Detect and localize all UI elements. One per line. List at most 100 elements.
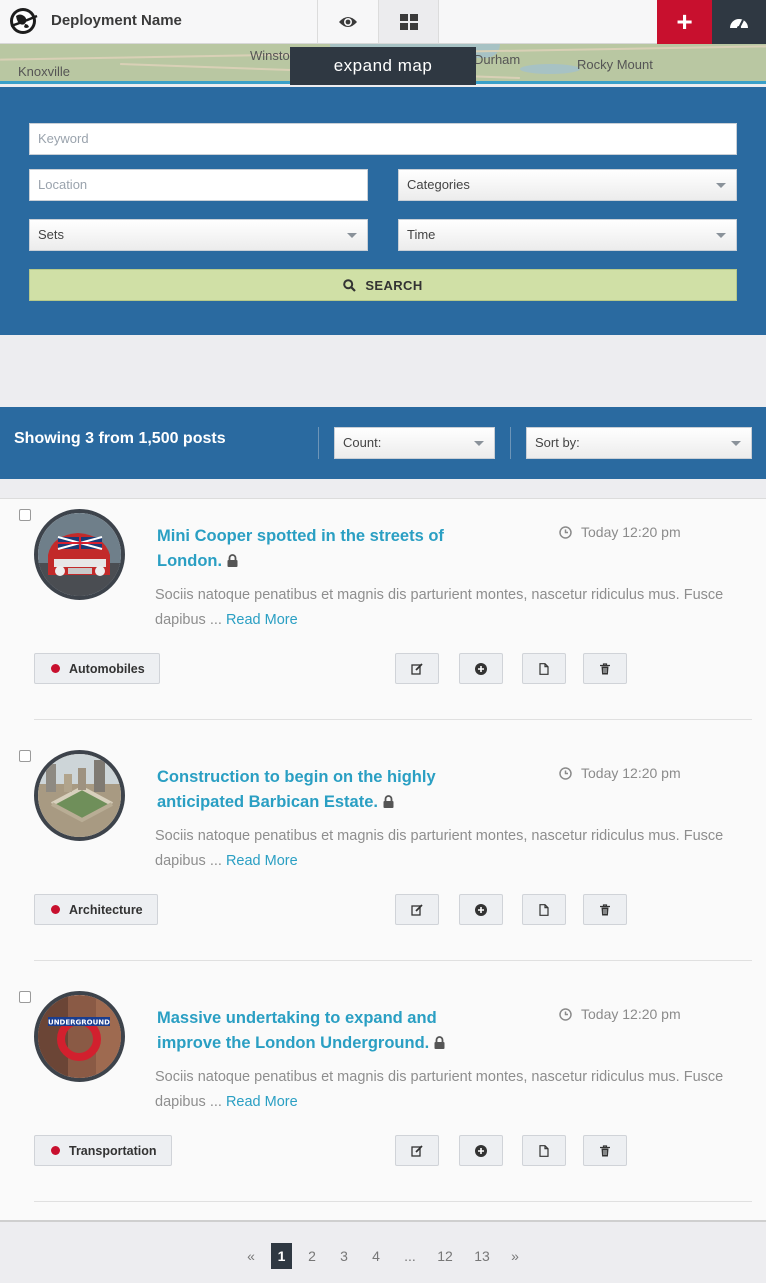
delete-post-button[interactable]	[583, 653, 627, 684]
post-title[interactable]: Massive undertaking to expand and improv…	[157, 1006, 477, 1056]
search-button-label: SEARCH	[365, 277, 423, 293]
lock-icon	[434, 1036, 445, 1049]
clock-icon	[559, 1007, 572, 1021]
category-label: Automobiles	[69, 661, 145, 676]
category-tag[interactable]: Transportation	[34, 1135, 172, 1166]
deployment-name[interactable]: Deployment Name	[51, 12, 182, 29]
view-post-button[interactable]	[522, 894, 566, 925]
count-select-label: Count:	[343, 435, 382, 450]
read-more-link[interactable]: Read More	[226, 853, 298, 869]
map-city-label: Durham	[474, 52, 521, 67]
post-checkbox[interactable]	[19, 509, 31, 521]
globe-logo-icon[interactable]	[8, 6, 38, 36]
page-ellipsis: ...	[404, 1248, 416, 1264]
post-title-text: Massive undertaking to expand and improv…	[157, 1009, 437, 1052]
lock-icon	[227, 554, 238, 567]
post-excerpt: Sociis natoque penatibus et magnis dis p…	[155, 583, 745, 633]
post-thumbnail[interactable]: UNDERGROUND	[34, 991, 125, 1082]
post-excerpt: Sociis natoque penatibus et magnis dis p…	[155, 824, 745, 874]
post-divider	[34, 1201, 752, 1202]
page-link[interactable]: 2	[303, 1243, 321, 1269]
post-divider	[34, 960, 752, 961]
chevron-down-icon	[716, 233, 726, 238]
post-time-text: Today 12:20 pm	[581, 1006, 681, 1022]
read-more-link[interactable]: Read More	[226, 612, 298, 628]
add-to-set-button[interactable]	[459, 653, 503, 684]
search-filters: Keyword Location Categories Sets Time SE…	[0, 87, 766, 335]
sort-select[interactable]: Sort by:	[526, 427, 752, 459]
post-list: Mini Cooper spotted in the streets of Lo…	[0, 498, 766, 1222]
chevron-down-icon	[474, 441, 484, 446]
edit-post-button[interactable]	[395, 894, 439, 925]
grid-icon	[399, 13, 418, 30]
category-label: Architecture	[69, 902, 143, 917]
trash-icon	[600, 903, 610, 915]
post-checkbox[interactable]	[19, 750, 31, 762]
list-view-button[interactable]	[378, 0, 439, 43]
edit-post-button[interactable]	[395, 653, 439, 684]
post-checkbox[interactable]	[19, 991, 31, 1003]
category-tag[interactable]: Automobiles	[34, 653, 160, 684]
add-to-set-button[interactable]	[459, 1135, 503, 1166]
dashboard-button[interactable]	[712, 0, 766, 44]
search-button[interactable]: SEARCH	[29, 269, 737, 301]
edit-icon	[411, 1144, 423, 1157]
view-post-button[interactable]	[522, 653, 566, 684]
categories-select-label: Categories	[407, 177, 470, 192]
eye-icon	[339, 16, 357, 27]
divider	[510, 427, 511, 459]
document-icon	[539, 1144, 549, 1157]
add-circle-icon	[475, 662, 487, 675]
delete-post-button[interactable]	[583, 1135, 627, 1166]
search-icon	[343, 278, 357, 292]
post-excerpt: Sociis natoque penatibus et magnis dis p…	[155, 1065, 745, 1115]
read-more-link[interactable]: Read More	[226, 1094, 298, 1110]
sets-select[interactable]: Sets	[29, 219, 368, 251]
next-page-button[interactable]: »	[507, 1243, 523, 1269]
post-thumbnail[interactable]	[34, 750, 125, 841]
results-bar: Showing 3 from 1,500 posts Count: Sort b…	[0, 407, 766, 479]
page-link-current[interactable]: 1	[271, 1243, 292, 1269]
document-icon	[539, 662, 549, 675]
category-dot-icon	[51, 905, 60, 914]
post-title[interactable]: Mini Cooper spotted in the streets of Lo…	[157, 524, 477, 574]
categories-select[interactable]: Categories	[398, 169, 737, 201]
trash-icon	[600, 1144, 610, 1156]
post-item[interactable]: Construction to begin on the highly anti…	[0, 740, 766, 981]
delete-post-button[interactable]	[583, 894, 627, 925]
prev-page-button[interactable]: «	[243, 1243, 259, 1269]
add-to-set-button[interactable]	[459, 894, 503, 925]
edit-icon	[411, 662, 423, 675]
mini-cooper-photo	[38, 513, 121, 596]
keyword-input[interactable]: Keyword	[29, 123, 737, 155]
page-link[interactable]: 3	[335, 1243, 353, 1269]
results-count: Showing 3 from 1,500 posts	[14, 430, 226, 447]
category-dot-icon	[51, 664, 60, 673]
post-item[interactable]: Mini Cooper spotted in the streets of Lo…	[0, 499, 766, 740]
location-input[interactable]: Location	[29, 169, 368, 201]
edit-post-button[interactable]	[395, 1135, 439, 1166]
chevron-down-icon	[716, 183, 726, 188]
count-select[interactable]: Count:	[334, 427, 495, 459]
chevron-down-icon	[731, 441, 741, 446]
map-city-label: Knoxville	[18, 64, 71, 79]
sets-select-label: Sets	[38, 227, 65, 242]
page-link[interactable]: 13	[470, 1243, 494, 1269]
post-item[interactable]: UNDERGROUND Massive undertaking to expan…	[0, 981, 766, 1222]
add-post-button[interactable]: +	[657, 0, 712, 44]
expand-map-button[interactable]: expand map	[290, 47, 476, 85]
lock-icon	[383, 795, 394, 808]
document-icon	[539, 903, 549, 916]
category-tag[interactable]: Architecture	[34, 894, 158, 925]
category-label: Transportation	[69, 1143, 157, 1158]
page-link[interactable]: 4	[367, 1243, 385, 1269]
post-thumbnail[interactable]	[34, 509, 125, 600]
view-post-button[interactable]	[522, 1135, 566, 1166]
barbican-aerial-photo	[38, 754, 121, 837]
category-dot-icon	[51, 1146, 60, 1155]
map-view-button[interactable]	[317, 0, 378, 43]
time-select[interactable]: Time	[398, 219, 737, 251]
trash-icon	[600, 662, 610, 674]
page-link[interactable]: 12	[433, 1243, 457, 1269]
post-title[interactable]: Construction to begin on the highly anti…	[157, 765, 477, 815]
